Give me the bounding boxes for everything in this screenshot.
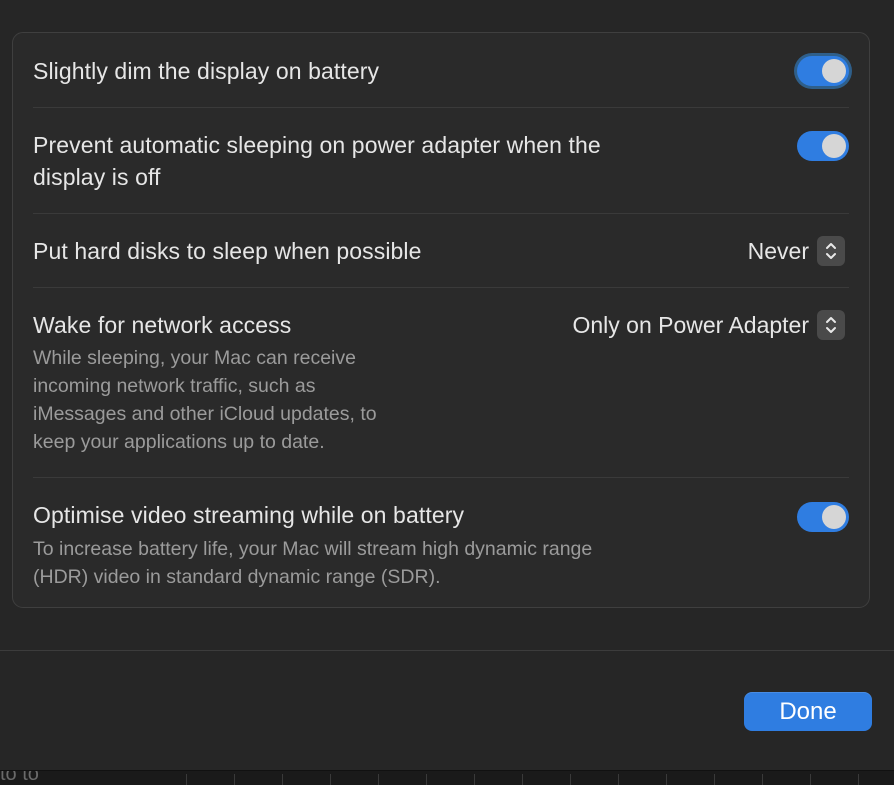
divider bbox=[33, 107, 849, 108]
wake-network-row: Wake for network access While sleeping, … bbox=[33, 309, 849, 459]
footer-divider bbox=[0, 650, 894, 651]
wake-network-desc-line1: While sleeping, your Mac can receive bbox=[33, 347, 356, 369]
underlay-tick bbox=[330, 774, 331, 785]
divider bbox=[33, 213, 849, 214]
prevent-sleep-label-line1: Prevent automatic sleeping on power adap… bbox=[33, 132, 601, 158]
video-streaming-desc-line2: (HDR) video in standard dynamic range (S… bbox=[33, 566, 441, 588]
up-down-chevron-icon bbox=[817, 310, 845, 340]
dim-display-label: Slightly dim the display on battery bbox=[33, 58, 380, 84]
underlay-tick bbox=[234, 774, 235, 785]
dim-display-toggle[interactable] bbox=[797, 56, 849, 86]
underlay-tick bbox=[666, 774, 667, 785]
underlay-tick bbox=[714, 774, 715, 785]
underlay-tick bbox=[570, 774, 571, 785]
hard-disks-row: Put hard disks to sleep when possible Ne… bbox=[33, 235, 849, 271]
wake-network-label: Wake for network access bbox=[33, 312, 292, 338]
toggle-knob bbox=[822, 59, 846, 83]
wake-network-value: Only on Power Adapter bbox=[572, 311, 809, 338]
divider bbox=[33, 477, 849, 478]
up-down-chevron-icon bbox=[817, 236, 845, 266]
prevent-sleep-label-line2: display is off bbox=[33, 164, 161, 190]
underlay-tick bbox=[282, 774, 283, 785]
prevent-sleep-toggle[interactable] bbox=[797, 131, 849, 161]
underlay-tick bbox=[522, 774, 523, 785]
video-streaming-toggle[interactable] bbox=[797, 502, 849, 532]
underlay-tick bbox=[186, 774, 187, 785]
divider bbox=[33, 287, 849, 288]
video-streaming-row: Optimise video streaming while on batter… bbox=[33, 499, 849, 591]
underlay-tick bbox=[810, 774, 811, 785]
wake-network-desc-line2: incoming network traffic, such as bbox=[33, 375, 316, 397]
hard-disks-value: Never bbox=[747, 237, 809, 264]
wake-network-desc-line4: keep your applications up to date. bbox=[33, 431, 325, 453]
prevent-sleep-row: Prevent automatic sleeping on power adap… bbox=[33, 129, 849, 195]
done-button[interactable]: Done bbox=[744, 692, 872, 731]
background-window-strip: to to bbox=[0, 770, 894, 785]
underlay-tick bbox=[426, 774, 427, 785]
underlay-partial-text: to to bbox=[0, 770, 39, 785]
hard-disks-label: Put hard disks to sleep when possible bbox=[33, 238, 422, 264]
underlay-tick bbox=[762, 774, 763, 785]
hard-disks-popup[interactable]: Never bbox=[748, 235, 845, 267]
toggle-knob bbox=[822, 505, 846, 529]
energy-options-sheet: Slightly dim the display on battery Prev… bbox=[0, 0, 894, 770]
underlay-tick bbox=[618, 774, 619, 785]
underlay-tick bbox=[858, 774, 859, 785]
wake-network-popup[interactable]: Only on Power Adapter bbox=[572, 309, 845, 341]
underlay-tick bbox=[474, 774, 475, 785]
dim-display-row: Slightly dim the display on battery bbox=[33, 53, 849, 89]
wake-network-desc-line3: iMessages and other iCloud updates, to bbox=[33, 403, 377, 425]
toggle-knob bbox=[822, 134, 846, 158]
underlay-tick bbox=[378, 774, 379, 785]
video-streaming-label: Optimise video streaming while on batter… bbox=[33, 502, 465, 528]
settings-group: Slightly dim the display on battery Prev… bbox=[12, 32, 870, 608]
video-streaming-desc-line1: To increase battery life, your Mac will … bbox=[33, 538, 593, 560]
